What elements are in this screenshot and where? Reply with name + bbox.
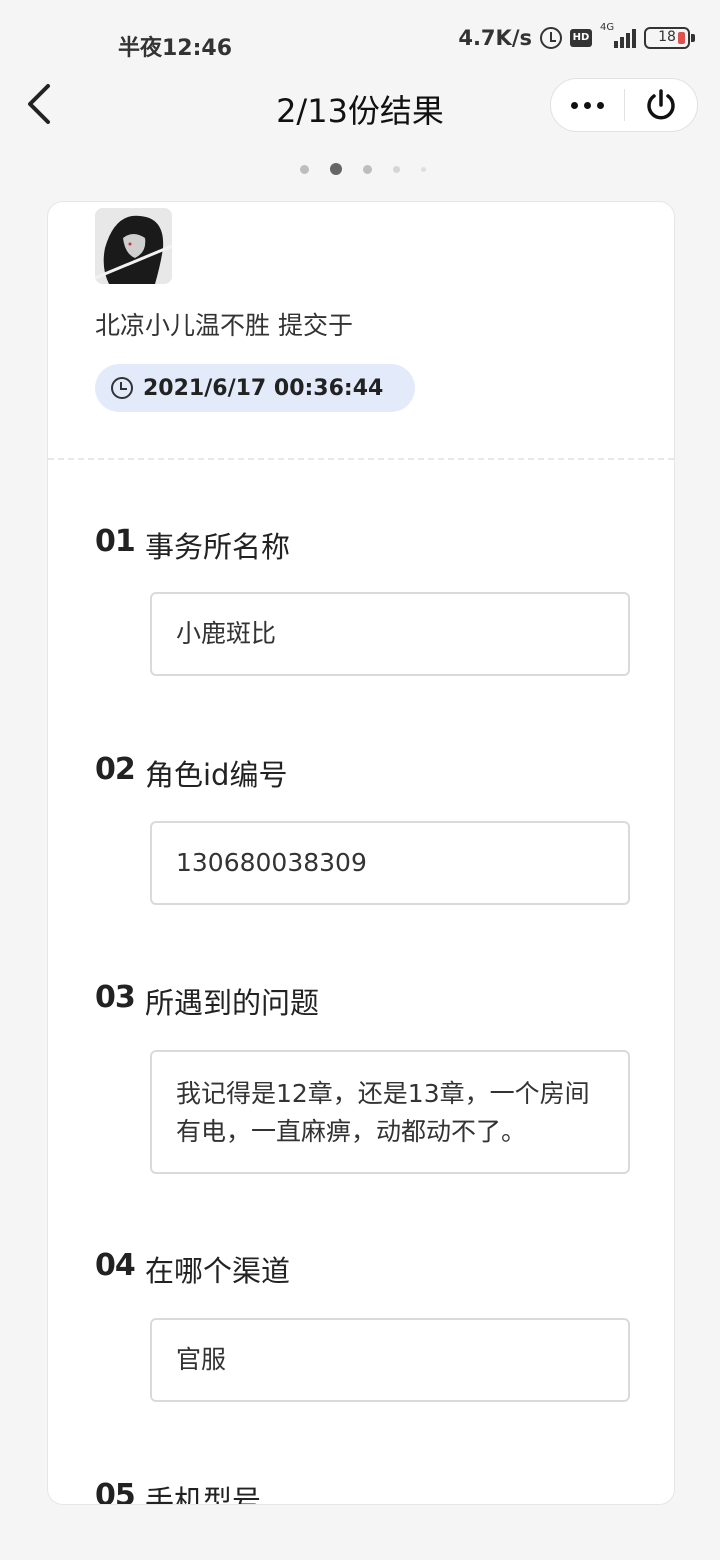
nav-bar: 2/13份结果 [0,70,720,140]
clock-icon [111,377,133,399]
page-dot[interactable] [392,165,400,173]
status-time: 半夜12:46 [118,36,233,61]
hd-icon: HD [570,29,592,47]
power-icon [647,89,675,120]
question-label: 所遇到的问题 [145,986,320,1020]
question-number: 04 [95,1248,136,1283]
question-label: 角色id编号 [145,758,288,792]
more-icon [570,101,578,109]
avatar-image [95,208,172,284]
submit-time-badge: 2021/6/17 00:36:44 [95,364,415,412]
answer-box: 官服 [150,1318,630,1402]
question-number: 05 [95,1478,136,1505]
dashed-divider [48,458,674,460]
page-dot-active[interactable] [329,163,342,175]
answer-box: 小鹿斑比 [150,592,630,676]
alarm-icon [540,27,562,49]
more-button[interactable] [551,78,624,132]
question-label: 在哪个渠道 [145,1254,291,1288]
question-number: 02 [95,752,136,787]
network-type: 4G [600,22,615,33]
page-indicator [0,163,720,175]
battery-icon: 18 [644,27,695,49]
avatar [95,208,172,284]
mini-program-capsule [550,78,698,132]
question-number: 03 [95,980,136,1015]
close-button[interactable] [625,78,698,132]
question-label: 事务所名称 [145,530,291,564]
question-label: 手机型号 [145,1484,262,1505]
page-dot[interactable] [362,164,372,174]
page-dot[interactable] [420,166,426,172]
submit-time: 2021/6/17 00:36:44 [143,375,384,401]
battery-level: 18 [658,29,676,45]
question-number: 01 [95,524,136,559]
answer-box: 我记得是12章，还是13章，一个房间有电，一直麻痹，动都动不了。 [150,1050,630,1174]
page-dot[interactable] [299,164,309,174]
submitter-line: 北凉小儿温不胜 提交于 [95,311,353,340]
signal-icon: 4G [600,22,636,48]
status-icons: 4.7K/s HD 4G 18 [458,22,695,50]
result-card: 北凉小儿温不胜 提交于 2021/6/17 00:36:44 01 事务所名称 … [47,201,675,1505]
network-speed: 4.7K/s [458,26,532,50]
answer-box: 130680038309 [150,821,630,905]
